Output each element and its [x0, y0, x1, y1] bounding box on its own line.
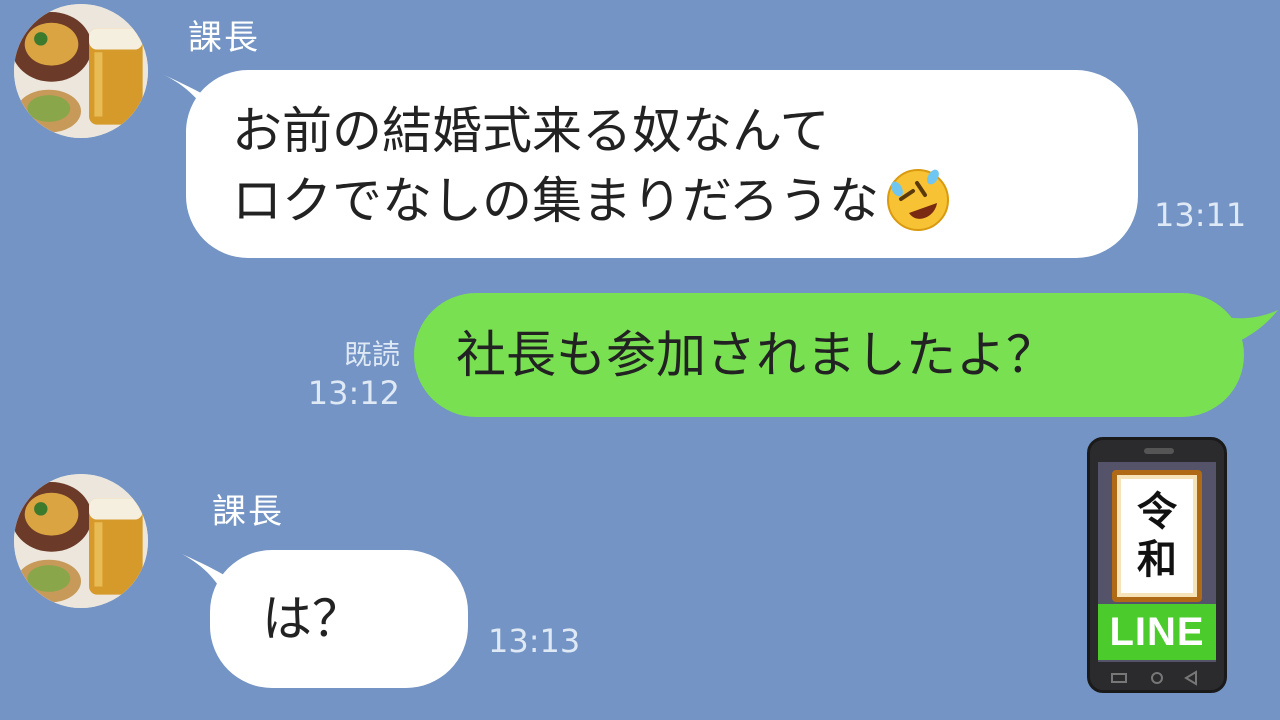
line-logo: LINE	[1098, 604, 1216, 660]
message-text-line: ロクでなしの集まりだろうな	[232, 172, 879, 230]
phone-speaker	[1144, 448, 1174, 454]
message-timestamp: 13:12	[307, 374, 400, 412]
badge-kanji: 令	[1137, 489, 1177, 535]
incoming-message-bubble[interactable]: は？	[210, 550, 468, 688]
sender-avatar[interactable]	[14, 474, 148, 608]
read-label: 既読	[343, 338, 400, 371]
message-text: は？	[262, 590, 362, 648]
sender-name: 課長	[188, 18, 260, 58]
message-text-line: お前の結婚式来る奴なんて	[232, 102, 830, 160]
badge-kanji: 和	[1137, 537, 1177, 583]
rolling-on-floor-laughing-emoji	[887, 168, 949, 231]
outgoing-message-bubble[interactable]: 社長も参加されましたよ？	[414, 293, 1244, 417]
message-timestamp: 13:13	[488, 622, 581, 660]
phone-nav-buttons	[1111, 670, 1197, 686]
read-receipt: 既読 13:12	[300, 336, 400, 412]
message-timestamp: 13:11	[1154, 196, 1247, 234]
reiwa-card: 令 和	[1112, 470, 1202, 602]
incoming-message-bubble[interactable]: お前の結婚式来る奴なんて ロクでなしの集まりだろうな	[186, 70, 1138, 258]
sender-avatar[interactable]	[14, 4, 148, 138]
message-text: 社長も参加されましたよ？	[456, 326, 1056, 384]
sender-name: 課長	[212, 492, 284, 532]
reiwa-line-phone-badge: 令 和 LINE	[1087, 437, 1227, 693]
